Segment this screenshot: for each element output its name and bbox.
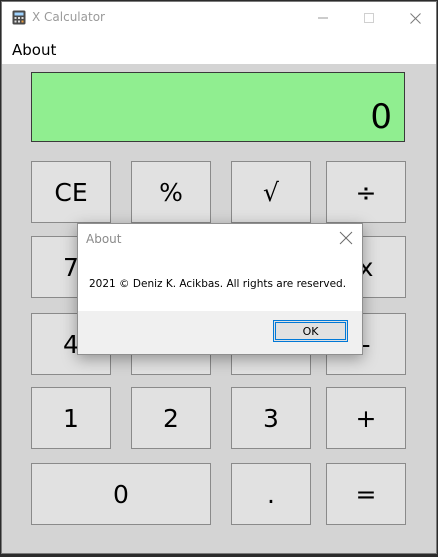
key-0[interactable]: 0 [31, 463, 211, 525]
dialog-message: 2021 © Deniz K. Acikbas. All rights are … [89, 278, 347, 290]
key-plus[interactable]: + [326, 387, 406, 449]
display-value: 0 [370, 97, 392, 137]
key-1[interactable]: 1 [31, 387, 111, 449]
key-equals[interactable]: = [326, 463, 406, 525]
maximize-icon [364, 13, 374, 23]
key-ce[interactable]: CE [31, 161, 111, 223]
key-divide[interactable]: ÷ [326, 161, 406, 223]
close-window-button[interactable] [392, 2, 436, 34]
menu-bar: About [2, 34, 436, 64]
menu-about[interactable]: About [12, 41, 56, 59]
dialog-footer: OK [78, 311, 362, 354]
title-bar: X Calculator [2, 2, 436, 34]
close-icon [409, 12, 421, 24]
dialog-close-button[interactable] [338, 230, 354, 246]
result-display: 0 [31, 72, 405, 142]
key-2[interactable]: 2 [131, 387, 211, 449]
minimize-button[interactable] [300, 2, 346, 34]
maximize-button[interactable] [346, 2, 392, 34]
about-dialog: About 2021 © Deniz K. Acikbas. All right… [77, 223, 363, 355]
key-percent[interactable]: % [131, 161, 211, 223]
close-icon [339, 231, 353, 245]
key-3[interactable]: 3 [231, 387, 311, 449]
ok-button[interactable]: OK [273, 320, 348, 342]
dialog-title: About [86, 232, 122, 246]
key-dot[interactable]: . [231, 463, 311, 525]
calculator-window: X Calculator About 0 CE % √ ÷ 7 x 4 - 1 … [1, 1, 437, 554]
minimize-icon [318, 17, 328, 19]
key-sqrt[interactable]: √ [231, 161, 311, 223]
window-title: X Calculator [32, 10, 105, 24]
calculator-icon [12, 10, 26, 25]
